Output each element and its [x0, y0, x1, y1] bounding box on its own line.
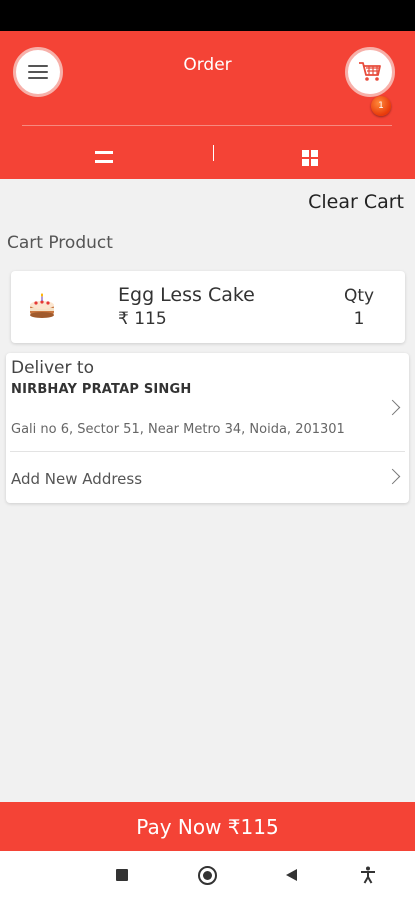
toggle-separator [213, 145, 214, 161]
product-name: Egg Less Cake [118, 284, 255, 306]
product-price: ₹ 115 [118, 309, 167, 329]
deliver-to-label: Deliver to [11, 358, 94, 378]
customer-name: NIRBHAY PRATAP SINGH [11, 382, 192, 397]
cake-icon [30, 293, 54, 318]
cart-count-badge: 1 [371, 96, 391, 116]
address-divider [10, 451, 405, 452]
qty-label: Qty [343, 286, 375, 306]
delivery-address[interactable]: Gali no 6, Sector 51, Near Metro 34, Noi… [11, 422, 345, 437]
app-header: Order 1 [0, 31, 415, 179]
qty-value: 1 [353, 309, 365, 329]
cart-section-title: Cart Product [7, 233, 113, 253]
home-icon[interactable] [198, 866, 217, 885]
delivery-address-card: Deliver to NIRBHAY PRATAP SINGH Gali no … [6, 353, 409, 503]
system-nav-bar [0, 851, 415, 900]
cart-button[interactable] [345, 47, 395, 97]
view-toggle [0, 139, 415, 175]
recents-icon[interactable] [116, 869, 128, 881]
back-icon[interactable] [286, 869, 297, 881]
clear-cart-button[interactable]: Clear Cart [308, 191, 404, 213]
grid-view-icon[interactable] [302, 150, 318, 166]
pay-now-button[interactable]: Pay Now ₹115 [0, 802, 415, 851]
accessibility-icon[interactable] [360, 866, 376, 884]
shopping-cart-icon [359, 62, 381, 81]
cart-item-card[interactable]: Egg Less Cake ₹ 115 Qty 1 [11, 271, 405, 343]
status-bar [0, 0, 415, 31]
header-divider [22, 125, 392, 126]
cart-content: Clear Cart Cart Product Egg Less Cake ₹ … [0, 179, 415, 802]
chevron-right-icon[interactable] [384, 399, 401, 416]
add-new-address-button[interactable]: Add New Address [11, 470, 142, 488]
list-view-icon[interactable] [95, 151, 113, 163]
chevron-right-icon[interactable] [384, 468, 401, 485]
